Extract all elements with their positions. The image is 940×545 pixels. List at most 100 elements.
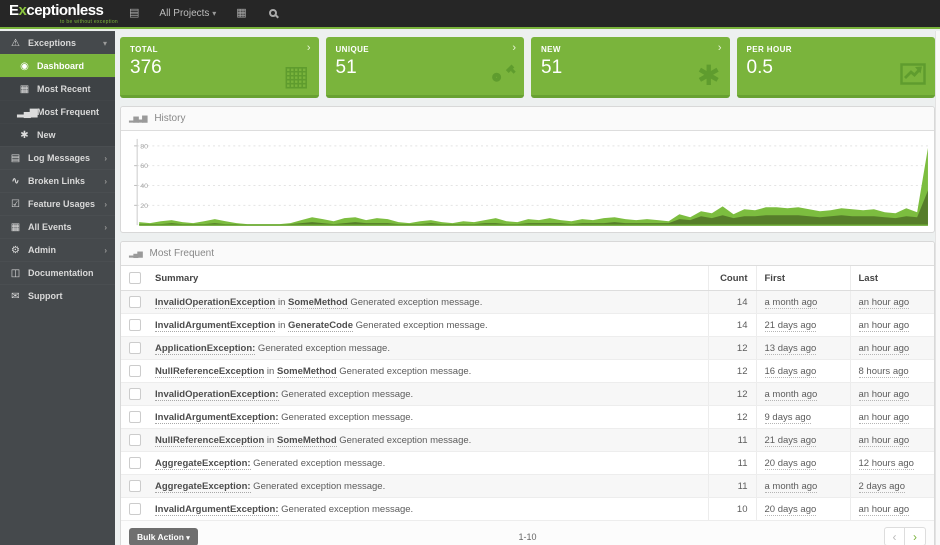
first-occurrence-link[interactable]: 16 days ago	[765, 366, 817, 378]
check-square-icon: ☑	[8, 199, 22, 210]
first-occurrence-link[interactable]: 20 days ago	[765, 458, 817, 470]
exception-method-link[interactable]: SomeMethod	[277, 435, 337, 447]
last-occurrence-link[interactable]: an hour ago	[859, 343, 910, 355]
summary-cell[interactable]: InvalidOperationException in SomeMethod …	[147, 291, 708, 314]
exception-type-link[interactable]: NullReferenceException	[155, 366, 264, 378]
sidebar-item-new[interactable]: ✱New	[0, 123, 115, 146]
last-occurrence-cell: an hour ago	[850, 498, 934, 521]
stat-card-per-hour[interactable]: PER HOUR0.5	[737, 37, 936, 98]
column-header-first[interactable]: First	[756, 266, 850, 291]
list-icon[interactable]: ▤	[129, 8, 139, 19]
column-header-last[interactable]: Last	[850, 266, 934, 291]
summary-cell[interactable]: InvalidArgumentException in GenerateCode…	[147, 314, 708, 337]
table-row: NullReferenceException in SomeMethod Gen…	[121, 429, 934, 452]
app-logo[interactable]: Exceptionless to be without exception	[0, 3, 118, 25]
row-checkbox[interactable]	[129, 434, 141, 446]
sidebar-item-most-frequent[interactable]: ▂▄▆Most Frequent	[0, 100, 115, 123]
first-occurrence-link[interactable]: 13 days ago	[765, 343, 817, 355]
first-occurrence-link[interactable]: 21 days ago	[765, 320, 817, 332]
sidebar-item-feature-usages[interactable]: ☑Feature Usages›	[0, 192, 115, 215]
exception-method-link[interactable]: GenerateCode	[288, 320, 353, 332]
bulk-action-button[interactable]: Bulk Action ▾	[129, 528, 198, 545]
last-occurrence-link[interactable]: 12 hours ago	[859, 458, 914, 470]
summary-cell[interactable]: AggregateException: Generated exception …	[147, 452, 708, 475]
scrollbar[interactable]	[935, 31, 940, 545]
first-occurrence-cell: 20 days ago	[756, 498, 850, 521]
sidebar-item-broken-links[interactable]: ∿Broken Links›	[0, 169, 115, 192]
sidebar-item-documentation[interactable]: ◫Documentation	[0, 261, 115, 284]
previous-page-button[interactable]: ‹	[884, 527, 905, 545]
first-occurrence-link[interactable]: a month ago	[765, 481, 818, 493]
project-selector[interactable]: All Projects ▾	[159, 8, 216, 19]
exception-type-link[interactable]: InvalidArgumentException:	[155, 412, 279, 424]
row-checkbox[interactable]	[129, 388, 141, 400]
first-occurrence-cell: a month ago	[756, 383, 850, 406]
calendar-icon[interactable]: ▦	[236, 8, 246, 19]
last-occurrence-link[interactable]: an hour ago	[859, 389, 910, 401]
row-checkbox[interactable]	[129, 457, 141, 469]
most-frequent-panel-header[interactable]: ▂▄▆ Most Frequent	[121, 242, 934, 266]
sidebar-item-log-messages[interactable]: ▤Log Messages›	[0, 146, 115, 169]
row-checkbox[interactable]	[129, 296, 141, 308]
search-icon[interactable]	[269, 8, 277, 19]
sidebar-item-label: Most Frequent	[37, 107, 99, 117]
first-occurrence-link[interactable]: a month ago	[765, 297, 818, 309]
sidebar-item-dashboard[interactable]: ◉Dashboard	[0, 54, 115, 77]
stat-card-unique[interactable]: UNIQUE51›	[326, 37, 525, 98]
summary-cell[interactable]: ApplicationException: Generated exceptio…	[147, 337, 708, 360]
summary-cell[interactable]: InvalidArgumentException: Generated exce…	[147, 498, 708, 521]
sidebar-item-support[interactable]: ✉Support	[0, 284, 115, 307]
last-occurrence-link[interactable]: an hour ago	[859, 435, 910, 447]
history-panel-header[interactable]: ▂▆▃▇ History	[121, 107, 934, 131]
last-occurrence-link[interactable]: an hour ago	[859, 320, 910, 332]
exception-type-link[interactable]: InvalidArgumentException:	[155, 504, 279, 516]
first-occurrence-link[interactable]: 20 days ago	[765, 504, 817, 516]
last-occurrence-link[interactable]: an hour ago	[859, 412, 910, 424]
count-cell: 14	[708, 314, 756, 337]
stat-card-total[interactable]: TOTAL376▦›	[120, 37, 319, 98]
first-occurrence-link[interactable]: 9 days ago	[765, 412, 811, 424]
exception-type-link[interactable]: AggregateException:	[155, 458, 251, 470]
chevron-right-icon: ›	[307, 43, 311, 54]
exception-type-link[interactable]: ApplicationException:	[155, 343, 255, 355]
summary-cell[interactable]: InvalidOperationException: Generated exc…	[147, 383, 708, 406]
last-occurrence-link[interactable]: an hour ago	[859, 297, 910, 309]
sidebar-item-label: Broken Links	[28, 176, 85, 186]
sidebar-item-admin[interactable]: ⚙Admin›	[0, 238, 115, 261]
sidebar-item-most-recent[interactable]: ▦Most Recent	[0, 77, 115, 100]
summary-cell[interactable]: NullReferenceException in SomeMethod Gen…	[147, 360, 708, 383]
row-checkbox[interactable]	[129, 342, 141, 354]
sidebar: ⚠Exceptions▾◉Dashboard▦Most Recent▂▄▆Mos…	[0, 31, 115, 545]
select-all-checkbox[interactable]	[129, 272, 141, 284]
exception-type-link[interactable]: AggregateException:	[155, 481, 251, 493]
chevron-right-icon: ›	[104, 154, 107, 163]
last-occurrence-link[interactable]: an hour ago	[859, 504, 910, 516]
exception-type-link[interactable]: InvalidArgumentException	[155, 320, 275, 332]
summary-cell[interactable]: NullReferenceException in SomeMethod Gen…	[147, 429, 708, 452]
first-occurrence-link[interactable]: 21 days ago	[765, 435, 817, 447]
exception-method-link[interactable]: SomeMethod	[277, 366, 337, 378]
summary-cell[interactable]: AggregateException: Generated exception …	[147, 475, 708, 498]
exception-type-link[interactable]: InvalidOperationException:	[155, 389, 279, 401]
row-checkbox[interactable]	[129, 480, 141, 492]
column-header-summary[interactable]: Summary	[147, 266, 708, 291]
row-checkbox[interactable]	[129, 411, 141, 423]
sidebar-item-all-events[interactable]: ▦All Events›	[0, 215, 115, 238]
exception-type-link[interactable]: NullReferenceException	[155, 435, 264, 447]
last-occurrence-link[interactable]: 2 days ago	[859, 481, 905, 493]
exception-type-link[interactable]: InvalidOperationException	[155, 297, 275, 309]
stat-card-new[interactable]: NEW51✱›	[531, 37, 730, 98]
last-occurrence-link[interactable]: 8 hours ago	[859, 366, 909, 378]
summary-cell[interactable]: InvalidArgumentException: Generated exce…	[147, 406, 708, 429]
stat-card-label: PER HOUR	[737, 37, 936, 54]
row-checkbox[interactable]	[129, 365, 141, 377]
next-page-button[interactable]: ›	[905, 527, 926, 545]
sidebar-item-exceptions[interactable]: ⚠Exceptions▾	[0, 31, 115, 54]
main-content: TOTAL376▦›UNIQUE51›NEW51✱›PER HOUR0.5 ▂▆…	[115, 29, 940, 545]
column-header-count[interactable]: Count	[708, 266, 756, 291]
stat-cards-row: TOTAL376▦›UNIQUE51›NEW51✱›PER HOUR0.5	[120, 37, 935, 98]
first-occurrence-link[interactable]: a month ago	[765, 389, 818, 401]
exception-method-link[interactable]: SomeMethod	[288, 297, 348, 309]
row-checkbox[interactable]	[129, 319, 141, 331]
row-checkbox[interactable]	[129, 503, 141, 515]
